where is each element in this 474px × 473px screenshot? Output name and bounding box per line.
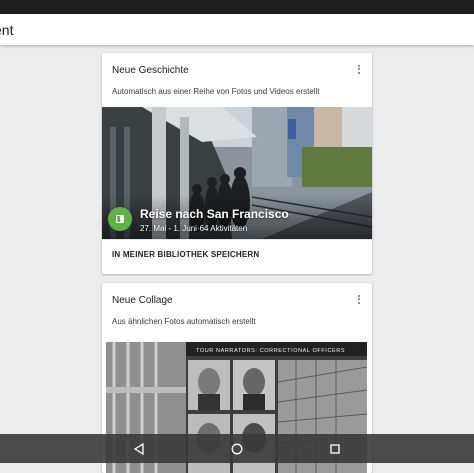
story-title: Reise nach San Francisco — [140, 207, 289, 221]
save-to-library-button[interactable]: IN MEINER BIBLIOTHEK SPEICHERN — [112, 250, 259, 259]
app-bar: ent — [0, 14, 474, 45]
collage-banner-text: TOUR NARRATORS: CORRECTIONAL OFFICERS — [196, 348, 345, 354]
card-subtitle: Aus ähnlichen Fotos automatisch erstellt — [112, 317, 256, 326]
status-bar — [0, 0, 474, 14]
card-title: Neue Geschichte — [112, 65, 189, 76]
recents-square-icon[interactable] — [326, 440, 344, 458]
book-icon — [108, 207, 132, 231]
app-bar-title: ent — [0, 21, 14, 38]
story-dates: 27. Mai - 1. Juni·64 Aktivitäten — [140, 224, 248, 233]
card-subtitle: Automatisch aus einer Reihe von Fotos un… — [112, 87, 320, 96]
story-photo[interactable]: Reise nach San Francisco 27. Mai - 1. Ju… — [102, 107, 372, 239]
more-vert-icon[interactable] — [354, 292, 364, 306]
story-card[interactable]: Neue Geschichte Automatisch aus einer Re… — [102, 53, 372, 274]
more-vert-icon[interactable] — [354, 62, 364, 76]
system-nav-bar — [0, 434, 474, 463]
home-circle-icon[interactable] — [228, 440, 246, 458]
card-title: Neue Collage — [112, 295, 173, 306]
divider — [102, 239, 372, 240]
back-triangle-icon[interactable] — [130, 440, 148, 458]
